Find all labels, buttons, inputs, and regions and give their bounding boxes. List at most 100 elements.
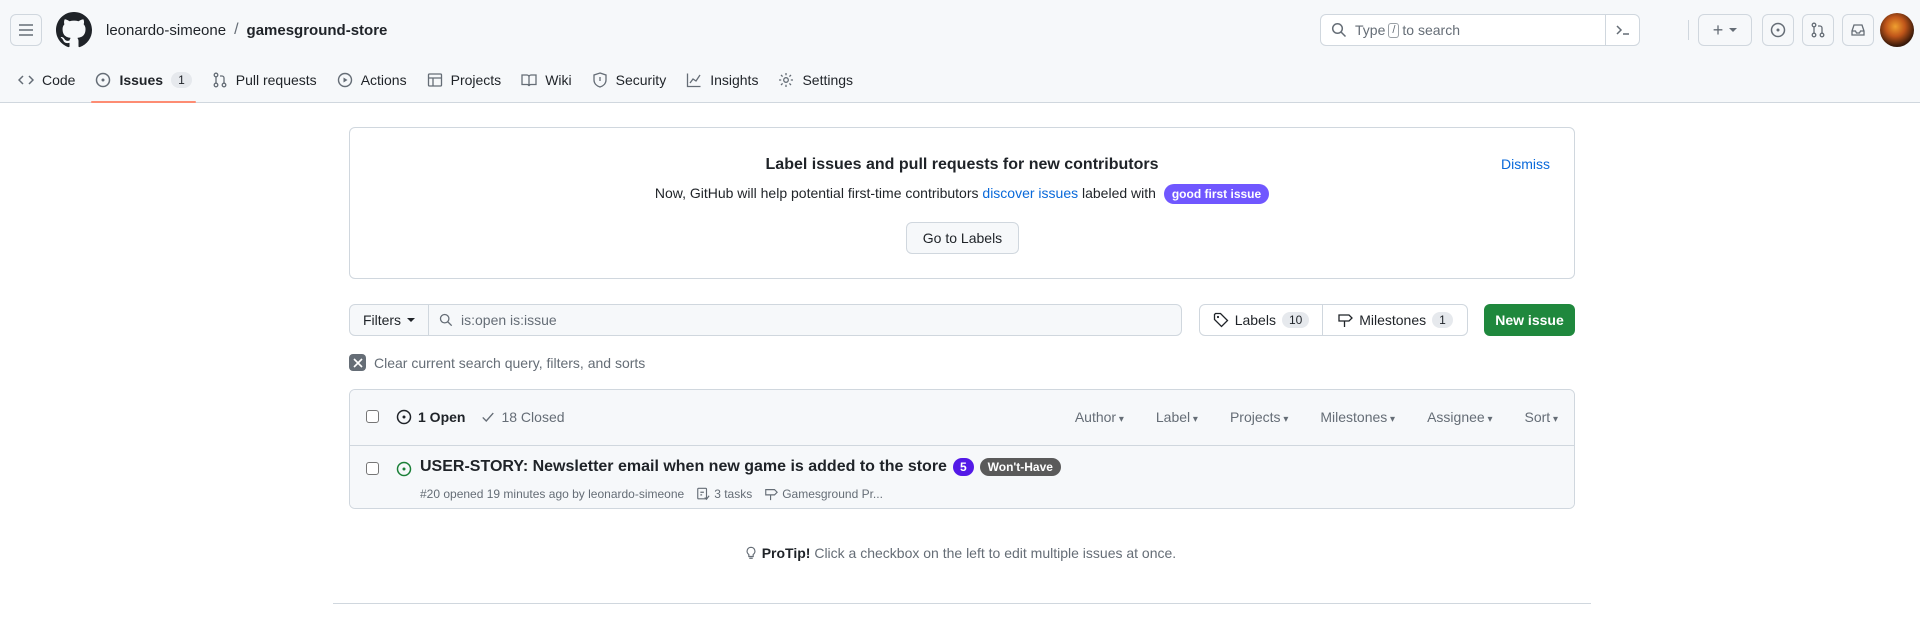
issues-count-badge: 1 [171,72,192,88]
table-icon [427,73,442,87]
tab-projects[interactable]: Projects [417,58,512,102]
tab-issues[interactable]: Issues 1 [85,58,201,103]
user-avatar[interactable] [1880,13,1914,47]
issue-title-link[interactable]: USER-STORY: Newsletter email when new ga… [420,458,947,476]
milestones-label: Milestones [1359,312,1427,328]
issue-tasks[interactable]: 3 tasks [714,487,752,501]
tab-code[interactable]: Code [0,58,85,102]
author-filter[interactable]: Author [1075,409,1124,425]
clear-filters-label: Clear current search query, filters, and… [374,354,646,371]
search-prefix: Type [1355,22,1386,38]
go-to-labels-button[interactable]: Go to Labels [906,222,1019,254]
label-wont-have[interactable]: Won't-Have [979,458,1061,476]
projects-filter[interactable]: Projects [1230,409,1288,425]
filters-label: Filters [362,312,402,328]
play-icon [337,72,352,88]
repo-link[interactable]: gamesground-store [247,22,388,39]
new-issue-button[interactable]: New issue [1484,304,1575,336]
banner-desc-after: labeled with [1082,185,1156,201]
discover-issues-link[interactable]: discover issues [982,185,1078,201]
git-pull-request-icon [213,72,227,88]
contributors-banner: Label issues and pull requests for new c… [349,127,1575,279]
open-issues-count: 1 Open [418,409,466,425]
labels-count-badge: 10 [1281,312,1310,328]
repo-nav: Code Issues 1 Pull requests Actions Proj… [0,58,863,103]
tab-actions-label: Actions [360,72,407,88]
pull-requests-shortcut-button[interactable] [1802,14,1834,46]
issue-title-line: USER-STORY: Newsletter email when new ga… [420,458,1061,476]
milestones-count-badge: 1 [1432,312,1453,328]
command-palette-button[interactable] [1605,15,1639,45]
create-new-button[interactable]: + [1698,14,1752,46]
tab-insights-label: Insights [710,72,759,88]
tab-insights[interactable]: Insights [676,58,768,102]
closed-issues-filter[interactable]: 18 Closed [481,409,565,425]
terminal-icon [1615,25,1629,35]
header-divider [1688,20,1689,40]
search-icon [1331,22,1347,38]
issue-project[interactable]: Gamesground Pr... [782,487,883,501]
issues-list-header: 1 Open 18 Closed Author Label Projects M… [350,390,1574,446]
search-input[interactable]: Type / to search [1320,14,1640,46]
tab-wiki[interactable]: Wiki [511,58,581,102]
caret-down-icon [1729,28,1738,32]
search-icon [439,313,453,327]
protip-title: ProTip! [761,545,811,561]
git-pull-request-icon [1811,22,1825,38]
breadcrumb: leonardo-simeone / gamesground-store [106,21,387,39]
tab-pull-requests[interactable]: Pull requests [202,58,327,102]
tag-icon [1213,312,1229,328]
milestones-button[interactable]: Milestones 1 [1322,304,1468,336]
tab-issues-label: Issues [119,72,164,88]
issues-list: 1 Open 18 Closed Author Label Projects M… [349,389,1575,509]
checklist-icon [697,487,710,501]
book-icon [521,74,537,87]
tab-security-label: Security [615,72,667,88]
tab-settings[interactable]: Settings [768,58,863,102]
issue-opened-icon [396,409,412,425]
open-issues-filter[interactable]: 1 Open [396,409,465,425]
banner-description: Now, GitHub will help potential first-ti… [350,184,1574,204]
dismiss-button[interactable]: Dismiss [1501,156,1550,172]
milestone-icon [1338,314,1354,327]
inbox-button[interactable] [1842,14,1874,46]
milestones-filter[interactable]: Milestones [1320,409,1395,425]
hamburger-icon [19,24,33,36]
issue-search-input[interactable]: is:open is:issue [428,304,1182,336]
search-shortcut-key: / [1388,22,1400,38]
label-5[interactable]: 5 [952,458,974,476]
label-filter[interactable]: Label [1156,409,1198,425]
breadcrumb-separator: / [234,21,239,38]
issue-opened-icon [96,72,111,88]
footer-divider [333,603,1591,604]
global-header: leonardo-simeone / gamesground-store Typ… [0,0,1920,103]
tab-wiki-label: Wiki [545,72,572,88]
issues-shortcut-button[interactable] [1762,14,1794,46]
milestone-icon [765,489,779,501]
code-icon [18,75,34,85]
menu-button[interactable] [10,14,42,46]
sort-filter[interactable]: Sort [1525,409,1559,425]
select-all-checkbox[interactable] [366,410,379,423]
tab-security[interactable]: Security [582,58,677,102]
issue-state-toggle: 1 Open 18 Closed [396,409,565,425]
table-row: USER-STORY: Newsletter email when new ga… [350,446,1574,508]
search-suffix: to search [1402,22,1461,38]
banner-title: Label issues and pull requests for new c… [765,156,1159,173]
shield-icon [592,72,607,88]
inbox-icon [1851,24,1865,36]
good-first-issue-label[interactable]: good first issue [1163,184,1270,204]
light-bulb-icon [746,546,756,559]
filters-button[interactable]: Filters [349,304,429,336]
issue-sort-filters: Author Label Projects Milestones Assigne… [1075,409,1558,425]
github-logo-icon[interactable] [56,12,92,48]
tab-code-label: Code [42,72,76,88]
closed-issues-count: 18 Closed [501,409,565,425]
assignee-filter[interactable]: Assignee [1427,409,1492,425]
tab-actions[interactable]: Actions [327,58,417,102]
gear-icon [779,73,794,87]
clear-filters-link[interactable]: Clear current search query, filters, and… [349,354,645,371]
labels-button[interactable]: Labels 10 [1199,304,1323,336]
issue-checkbox[interactable] [366,462,379,475]
owner-link[interactable]: leonardo-simeone [106,22,226,39]
